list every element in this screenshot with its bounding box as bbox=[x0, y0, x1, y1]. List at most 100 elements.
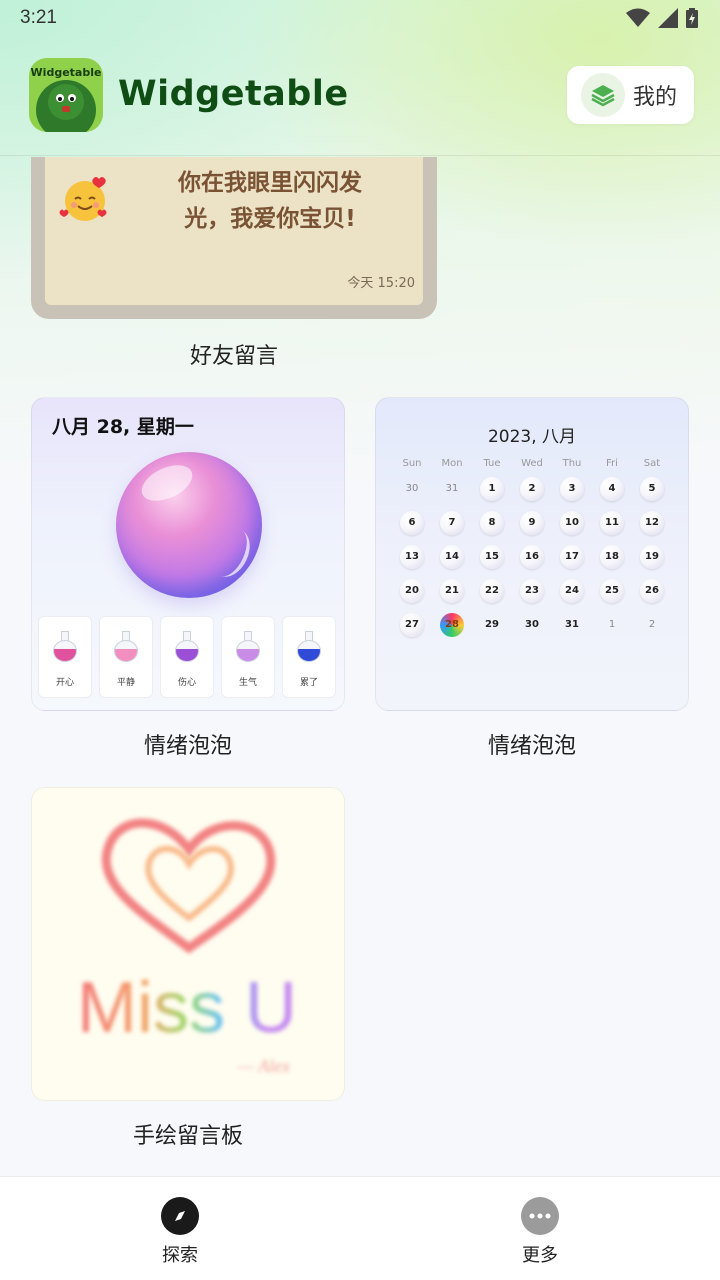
calendar-day-cell[interactable]: 10 bbox=[552, 511, 592, 535]
calendar-day: 24 bbox=[560, 579, 584, 603]
hand-drawn-board-widget[interactable]: Miss U — Alex bbox=[31, 787, 345, 1101]
mood-option[interactable]: 开心 bbox=[38, 616, 92, 698]
weekday-label: Sun bbox=[402, 457, 422, 469]
calendar-day-cell[interactable]: 22 bbox=[472, 579, 512, 603]
drawing-signature: — Alex bbox=[237, 1056, 290, 1076]
weekday-label: Sat bbox=[643, 457, 661, 469]
calendar-day: 8 bbox=[480, 511, 504, 535]
calendar-day-cell[interactable]: 6 bbox=[392, 511, 432, 535]
flask-liquid bbox=[115, 649, 137, 661]
calendar-week-row: 6 7 8 9 10 11 12 bbox=[392, 506, 672, 540]
calendar-day: 16 bbox=[520, 545, 544, 569]
flask-icon bbox=[175, 631, 199, 663]
mood-date: 八月 28, 星期一 bbox=[52, 416, 194, 438]
calendar-day: 31 bbox=[445, 483, 459, 494]
friend-message-caption: 好友留言 bbox=[189, 344, 278, 369]
calendar-day-cell[interactable]: 11 bbox=[592, 511, 632, 535]
calendar-day: 10 bbox=[560, 511, 584, 535]
calendar-day-cell[interactable]: 29 bbox=[472, 613, 512, 637]
calendar-day: 11 bbox=[600, 511, 624, 535]
calendar-day-cell[interactable]: 31 bbox=[432, 477, 472, 501]
hand-drawing: Miss U — Alex bbox=[77, 818, 297, 1076]
calendar-day-cell[interactable]: 14 bbox=[432, 545, 472, 569]
calendar-day: 31 bbox=[565, 619, 579, 630]
flask-icon bbox=[53, 631, 77, 663]
calendar-day-cell[interactable]: 3 bbox=[552, 477, 592, 501]
calendar-day: 6 bbox=[400, 511, 424, 535]
calendar-day: 23 bbox=[520, 579, 544, 603]
calendar-day-cell[interactable]: 24 bbox=[552, 579, 592, 603]
mood-bubble-widget[interactable]: 八月 28, 星期一 开心 平静 伤心 生气 累了 bbox=[31, 397, 345, 711]
widget-gallery[interactable]: 你在我眼里闪闪发光，我爱你宝贝! 今天 15:20 好友留言 八月 28, 星期… bbox=[0, 157, 720, 1175]
mood-calendar-widget[interactable]: 2023, 八月 Sun Mon Tue Wed Thu Fri Sat 30 31 1 2 3 4 5 6… bbox=[375, 397, 689, 711]
nav-more[interactable]: 更多 bbox=[500, 1197, 580, 1267]
calendar-day-cell[interactable]: 30 bbox=[392, 477, 432, 501]
compass-icon bbox=[161, 1197, 199, 1235]
status-bar: 3:21 bbox=[0, 0, 720, 38]
app-title: Widgetable bbox=[118, 74, 349, 114]
calendar-week-row: 27 28 29 30 31 1 2 bbox=[392, 608, 672, 642]
calendar-day: 2 bbox=[520, 477, 544, 501]
flask-icon bbox=[297, 631, 321, 663]
calendar-day-cell[interactable]: 20 bbox=[392, 579, 432, 603]
calendar-day-cell[interactable]: 23 bbox=[512, 579, 552, 603]
calendar-day-cell[interactable]: 18 bbox=[592, 545, 632, 569]
calendar-day-cell[interactable]: 31 bbox=[552, 613, 592, 637]
smiling-hearts-emoji-icon bbox=[59, 177, 107, 221]
flask-icon bbox=[236, 631, 260, 663]
calendar-day-cell[interactable]: 25 bbox=[592, 579, 632, 603]
me-button[interactable]: 我的 bbox=[567, 66, 694, 124]
calendar-day-cell[interactable]: 1 bbox=[592, 613, 632, 637]
app-logo: Widgetable bbox=[29, 58, 103, 132]
layers-icon bbox=[581, 73, 625, 117]
mood-label: 伤心 bbox=[177, 678, 196, 688]
calendar-day-cell[interactable]: 15 bbox=[472, 545, 512, 569]
calendar-day: 15 bbox=[480, 545, 504, 569]
calendar-day-cell[interactable]: 13 bbox=[392, 545, 432, 569]
friend-message-widget[interactable]: 你在我眼里闪闪发光，我爱你宝贝! 今天 15:20 bbox=[31, 157, 437, 319]
weekday-label: Fri bbox=[606, 457, 618, 469]
calendar-day-cell[interactable]: 28 bbox=[432, 613, 472, 637]
calendar-day-cell[interactable]: 19 bbox=[632, 545, 672, 569]
calendar-day-cell[interactable]: 30 bbox=[512, 613, 552, 637]
mood-label: 生气 bbox=[238, 678, 257, 688]
nav-explore[interactable]: 探索 bbox=[140, 1197, 220, 1267]
calendar-day: 14 bbox=[440, 545, 464, 569]
friend-message-time: 今天 15:20 bbox=[347, 276, 415, 291]
mood-option[interactable]: 累了 bbox=[282, 616, 336, 698]
calendar-day: 30 bbox=[405, 483, 419, 494]
nav-explore-label: 探索 bbox=[162, 1245, 198, 1266]
weekday-label: Wed bbox=[521, 457, 543, 469]
calendar-day-cell[interactable]: 26 bbox=[632, 579, 672, 603]
mood-label: 开心 bbox=[55, 678, 74, 688]
calendar-day: 1 bbox=[480, 477, 504, 501]
calendar-day-cell[interactable]: 4 bbox=[592, 477, 632, 501]
flask-liquid bbox=[54, 649, 76, 661]
calendar-day-cell[interactable]: 21 bbox=[432, 579, 472, 603]
calendar-day: 3 bbox=[560, 477, 584, 501]
calendar-day-cell[interactable]: 2 bbox=[512, 477, 552, 501]
calendar-day-cell[interactable]: 7 bbox=[432, 511, 472, 535]
mood-option[interactable]: 伤心 bbox=[160, 616, 214, 698]
logo-text: Widgetable bbox=[31, 66, 102, 79]
calendar-day-cell[interactable]: 12 bbox=[632, 511, 672, 535]
calendar-day-cell[interactable]: 1 bbox=[472, 477, 512, 501]
calendar-day: 30 bbox=[525, 619, 539, 630]
calendar-day-cell[interactable]: 17 bbox=[552, 545, 592, 569]
calendar-day: 1 bbox=[608, 619, 616, 630]
calendar-day-cell[interactable]: 27 bbox=[392, 613, 432, 637]
calendar-day: 7 bbox=[440, 511, 464, 535]
calendar-day-cell[interactable]: 2 bbox=[632, 613, 672, 637]
mood-option[interactable]: 平静 bbox=[99, 616, 153, 698]
outer-heart bbox=[101, 818, 276, 954]
calendar-day-cell[interactable]: 16 bbox=[512, 545, 552, 569]
calendar-day: 9 bbox=[520, 511, 544, 535]
mood-bubble-orb bbox=[116, 452, 262, 598]
calendar-day-cell[interactable]: 8 bbox=[472, 511, 512, 535]
nav-more-label: 更多 bbox=[522, 1245, 558, 1266]
flask-liquid bbox=[237, 649, 259, 661]
mood-option[interactable]: 生气 bbox=[221, 616, 275, 698]
calendar-day: 2 bbox=[648, 619, 656, 630]
calendar-day-cell[interactable]: 5 bbox=[632, 477, 672, 501]
calendar-day-cell[interactable]: 9 bbox=[512, 511, 552, 535]
